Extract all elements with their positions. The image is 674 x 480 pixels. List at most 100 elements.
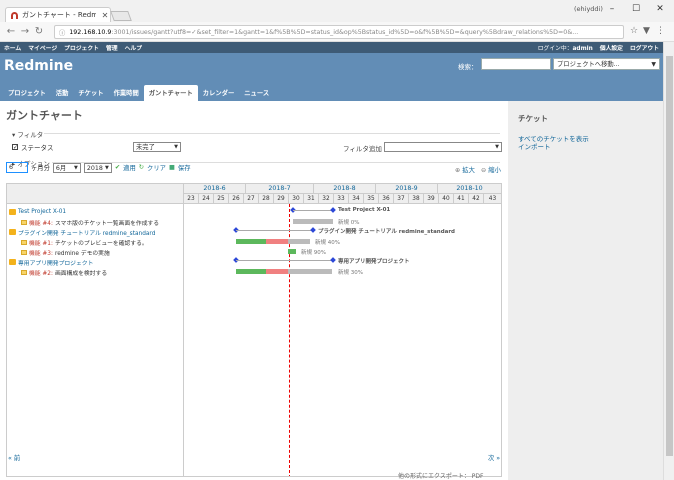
gantt-month[interactable]: 2018-6 — [184, 184, 246, 194]
close-window-icon[interactable]: ✕ — [652, 3, 668, 15]
gantt-month[interactable]: 2018-8 — [314, 184, 376, 194]
sidebar-link-import[interactable]: インポート — [518, 143, 653, 151]
project-span — [293, 210, 333, 211]
tab-gantt[interactable]: ガントチャート — [143, 85, 198, 101]
forward-icon[interactable]: → — [18, 26, 32, 37]
project-icon — [9, 209, 16, 215]
minimize-icon[interactable]: – — [604, 3, 620, 15]
tab-issues[interactable]: チケット — [73, 85, 108, 101]
issue-bar-done[interactable] — [236, 239, 266, 244]
chevron-down-icon: ▼ — [651, 61, 656, 68]
issue-bar[interactable] — [293, 219, 333, 224]
redmine-favicon-icon — [11, 11, 18, 19]
top-menu-admin[interactable]: 管理 — [106, 46, 118, 52]
months-input[interactable]: 6 — [6, 162, 28, 173]
tab-close-icon[interactable]: ✕ — [100, 11, 110, 20]
filter-legend[interactable]: ▾ フィルタ — [12, 129, 43, 139]
page-vertical-scrollbar[interactable] — [663, 42, 674, 480]
export-links[interactable]: 他の形式にエクスポート： PDF — [398, 471, 483, 480]
save-icon: ■ — [168, 164, 175, 171]
zoom-out-link[interactable]: ⊖ 縮小 — [481, 165, 501, 174]
sidebar-link-all-issues[interactable]: すべてのチケットを表示 — [518, 135, 653, 143]
zoom-in-link[interactable]: ⊕ 拡大 — [455, 165, 475, 174]
redmine-page: ホーム マイページ プロジェクト 管理 ヘルプ ログイン中：admin 個人設定… — [0, 42, 663, 480]
month-select[interactable]: 6月 ▼ — [52, 162, 81, 173]
top-menu-logout[interactable]: ログアウト — [630, 46, 659, 52]
extension-icon[interactable]: ▼ — [643, 26, 650, 36]
chevron-down-icon: ▼ — [174, 144, 178, 150]
top-menu-mypage[interactable]: マイページ — [28, 46, 57, 52]
gantt-week: 37 — [394, 194, 409, 204]
gantt-week-row: 23 24 25 26 27 28 29 30 31 32 33 34 35 3… — [184, 194, 501, 204]
issue-bar-late[interactable] — [266, 239, 288, 244]
top-menu-home[interactable]: ホーム — [4, 46, 21, 52]
tab-news[interactable]: ニュース — [239, 85, 274, 101]
project-span — [236, 230, 312, 231]
status-operator-select[interactable]: 未完了 ▼ — [133, 142, 181, 152]
issue-bar-done[interactable] — [288, 249, 296, 254]
gantt-month[interactable]: 2018-7 — [246, 184, 314, 194]
sidebar: チケット すべてのチケットを表示 インポート — [508, 101, 663, 480]
browser-tab[interactable]: ガントチャート - Redmine ✕ — [5, 7, 111, 22]
project-link[interactable]: Test Project X-01 — [18, 209, 66, 215]
login-user[interactable]: admin — [573, 46, 593, 52]
top-menu-projects[interactable]: プロジェクト — [64, 46, 99, 52]
chevron-down-icon: ▼ — [495, 144, 499, 150]
tab-time-entries[interactable]: 作業時間 — [109, 85, 144, 101]
gantt-month[interactable]: 2018-9 — [376, 184, 438, 194]
gantt-week: 33 — [334, 194, 349, 204]
add-filter-select[interactable]: ▼ — [384, 142, 502, 152]
search-input[interactable] — [481, 58, 551, 70]
project-link[interactable]: プラグイン開発 チュートリアル redmine_standard — [18, 228, 155, 237]
gantt-week: 25 — [214, 194, 229, 204]
project-span — [236, 260, 332, 261]
bookmark-star-icon[interactable]: ☆ — [630, 26, 638, 36]
gantt-week: 32 — [319, 194, 334, 204]
site-title[interactable]: Redmine — [4, 58, 73, 74]
project-icon — [9, 229, 16, 235]
issue-bar-todo[interactable] — [288, 239, 310, 244]
zoom-in-icon: ⊕ — [455, 167, 461, 174]
address-bar[interactable]: ⓘ 192.168.10.9:3001/issues/gantt?utf8=✓&… — [54, 25, 624, 39]
top-menu-help[interactable]: ヘルプ — [125, 46, 142, 52]
tab-activity[interactable]: 活動 — [51, 85, 74, 101]
clear-link[interactable]: クリア — [147, 163, 166, 172]
issue-subject: 画面構成を検討する — [54, 270, 108, 277]
issue-bar-todo[interactable] — [288, 269, 332, 274]
maximize-icon[interactable]: ☐ — [628, 3, 644, 15]
gantt-month[interactable]: 2018-10 — [438, 184, 501, 194]
top-menu-account[interactable]: 個人設定 — [600, 46, 623, 52]
project-link[interactable]: 専用アプリ開発プロジェクト — [18, 258, 93, 267]
scrollbar-thumb[interactable] — [666, 56, 673, 456]
next-link[interactable]: 次 » — [488, 453, 500, 462]
reload-icon[interactable]: ↻ — [32, 26, 46, 37]
issue-bar-done[interactable] — [236, 269, 266, 274]
issue-bar-late[interactable] — [266, 269, 288, 274]
gantt-week: 28 — [259, 194, 274, 204]
menu-icon[interactable]: ⋮ — [656, 26, 665, 36]
gantt-week: 24 — [199, 194, 214, 204]
apply-link[interactable]: 適用 — [123, 163, 136, 172]
project-bar-label: 専用アプリ開発プロジェクト — [338, 259, 410, 265]
new-tab-button[interactable] — [110, 11, 132, 21]
tab-projects[interactable]: プロジェクト — [3, 85, 51, 101]
issue-link[interactable]: 機能 #2: — [29, 268, 53, 277]
year-select[interactable]: 2018 ▼ — [83, 162, 112, 173]
issue-bar-label: 新規 40% — [315, 240, 340, 246]
issue-link[interactable]: 機能 #4: — [29, 218, 53, 227]
status-checkbox[interactable]: ✓ — [12, 144, 18, 151]
tab-calendar[interactable]: カレンダー — [198, 85, 239, 101]
gantt-week: 23 — [184, 194, 199, 204]
back-icon[interactable]: ← — [4, 26, 18, 37]
issue-link[interactable]: 機能 #3: — [29, 248, 53, 257]
save-link[interactable]: 保存 — [178, 163, 191, 172]
prev-link[interactable]: « 前 — [8, 453, 20, 462]
main-menu: プロジェクト 活動 チケット 作業時間 ガントチャート カレンダー ニュース — [3, 85, 274, 101]
gantt-timeline: 2018-6 2018-7 2018-8 2018-9 2018-10 23 2… — [184, 183, 502, 477]
issue-bar-label: 新規 0% — [338, 220, 360, 226]
issue-bar-label: 新規 90% — [301, 250, 326, 256]
issue-icon — [21, 249, 27, 255]
sidebar-title: チケット — [518, 114, 548, 123]
project-jump-select[interactable]: プロジェクトへ移動... ▼ — [553, 58, 660, 70]
issue-link[interactable]: 機能 #1: — [29, 238, 53, 247]
